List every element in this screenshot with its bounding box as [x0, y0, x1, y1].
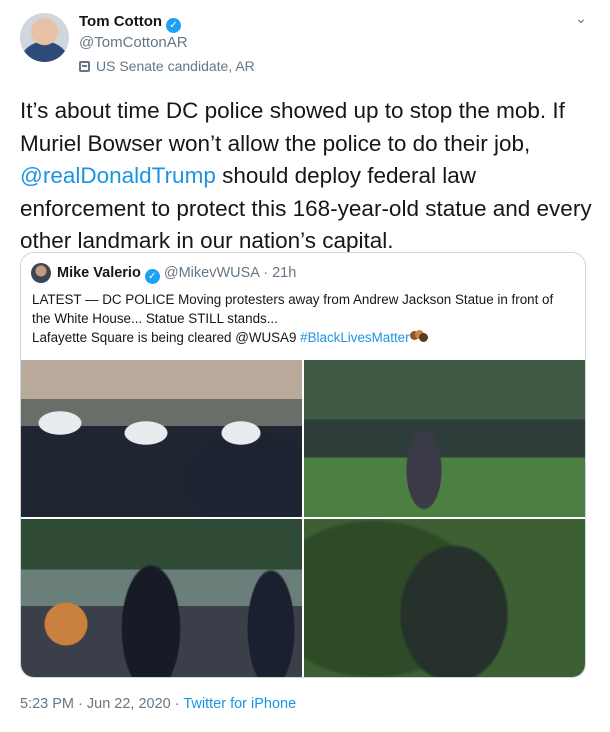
author-avatar[interactable] [20, 13, 69, 62]
quoted-name[interactable]: Mike Valerio [57, 265, 141, 281]
tweet-source-link[interactable]: Twitter for iPhone [183, 696, 296, 712]
media-grid [21, 360, 585, 677]
quoted-line-2: Lafayette Square is being cleared @WUSA9… [32, 328, 572, 347]
verified-badge-icon: ✓ [144, 269, 160, 284]
hashtag-link[interactable]: #BlackLivesMatter [300, 330, 409, 345]
author-handle[interactable]: @TomCottonAR [79, 34, 188, 51]
ballot-box-icon [79, 61, 90, 72]
quoted-line-1: LATEST — DC POLICE Moving protesters awa… [32, 292, 554, 326]
quoted-separator: · [263, 265, 269, 281]
photo-jackson-statue[interactable] [304, 519, 585, 677]
mention-link[interactable]: @realDonaldTrump [20, 163, 216, 188]
photo-officer-fence[interactable] [21, 519, 302, 677]
photo-park-bicycles[interactable] [304, 360, 585, 517]
tweet-text: It’s about time DC police showed up to s… [20, 95, 595, 258]
quoted-avatar[interactable] [31, 263, 51, 283]
quoted-tweet[interactable]: Mike Valerio ✓ @MikevWUSA · 21h LATEST — … [20, 252, 586, 678]
tweet-timestamp[interactable]: 5:23 PM · Jun 22, 2020 · [20, 696, 183, 712]
author-name-row[interactable]: Tom Cotton ✓ [79, 13, 182, 33]
tweet-text-before: It’s about time DC police showed up to s… [20, 98, 565, 156]
raised-fist-emoji-icon [409, 330, 428, 344]
government-label: US Senate candidate, AR [79, 58, 255, 74]
quoted-text: LATEST — DC POLICE Moving protesters awa… [32, 290, 572, 347]
quoted-header: Mike Valerio ✓ @MikevWUSA · 21h [57, 265, 296, 284]
verified-badge-icon: ✓ [166, 18, 182, 33]
tweet-footer: 5:23 PM · Jun 22, 2020 · Twitter for iPh… [20, 696, 296, 712]
photo-police-line[interactable] [21, 360, 302, 517]
author-name[interactable]: Tom Cotton [79, 13, 162, 30]
chevron-down-icon[interactable]: ⌄ [572, 10, 590, 28]
quoted-time[interactable]: 21h [272, 265, 296, 281]
quoted-line-2-text: Lafayette Square is being cleared @WUSA9 [32, 330, 301, 345]
quoted-handle[interactable]: @MikevWUSA [164, 265, 259, 281]
government-label-text: US Senate candidate, AR [96, 58, 255, 74]
